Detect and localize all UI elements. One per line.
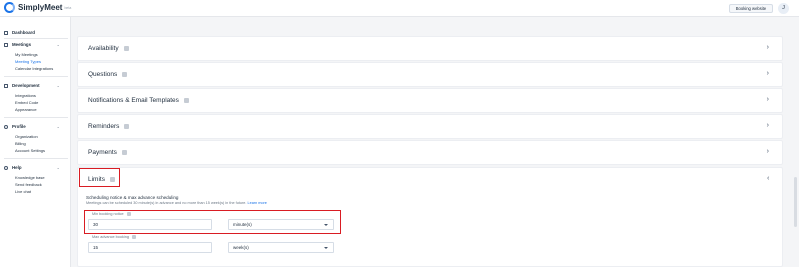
sidebar-item-send-feedback[interactable]: Send feedback bbox=[15, 182, 42, 187]
chevron-right-icon[interactable]: › bbox=[767, 96, 769, 103]
field-label: Max advance booking bbox=[92, 235, 129, 239]
sidebar-item-dashboard[interactable]: Dashboard bbox=[4, 30, 35, 35]
chevron-right-icon[interactable]: › bbox=[767, 70, 769, 77]
sidebar-item-label: Help bbox=[12, 165, 22, 170]
help-icon[interactable] bbox=[122, 72, 128, 77]
card-title: Payments bbox=[88, 149, 117, 156]
section-title: Scheduling notice & max advance scheduli… bbox=[86, 195, 179, 200]
max-advance-booking-input[interactable]: 15 bbox=[88, 242, 212, 253]
code-icon bbox=[4, 83, 8, 88]
help-icon bbox=[4, 165, 8, 170]
sidebar-item-knowledge-base[interactable]: Knowledge base bbox=[15, 175, 45, 180]
sidebar-item-label: Meetings bbox=[12, 42, 32, 47]
sidebar-item-billing[interactable]: Billing bbox=[15, 141, 26, 146]
select-value: minute(s) bbox=[233, 222, 252, 227]
app-sub: beta bbox=[64, 5, 72, 10]
chevron-down-icon[interactable]: › bbox=[56, 168, 61, 169]
help-icon[interactable] bbox=[183, 98, 189, 103]
chevron-down-icon[interactable]: › bbox=[56, 45, 61, 46]
sidebar-item-profile[interactable]: Profile bbox=[4, 124, 26, 129]
help-icon[interactable] bbox=[131, 235, 136, 239]
section-description: Meetings can be scheduled 30 minute(s) i… bbox=[86, 201, 267, 205]
sidebar-item-label: Profile bbox=[12, 124, 26, 129]
card-title: Notifications & Email Templates bbox=[88, 97, 179, 104]
sidebar-divider bbox=[4, 38, 68, 39]
card-title: Availability bbox=[88, 45, 119, 52]
card-title-wrap: Questions bbox=[88, 71, 128, 78]
learn-more-link[interactable]: Learn more bbox=[247, 201, 266, 205]
chevron-right-icon[interactable]: › bbox=[767, 44, 769, 51]
max-advance-booking-label: Max advance booking bbox=[92, 235, 136, 239]
help-icon[interactable] bbox=[121, 150, 127, 155]
chevron-right-icon[interactable]: › bbox=[767, 122, 769, 129]
profile-icon bbox=[4, 124, 8, 129]
booking-website-button[interactable]: Booking website bbox=[729, 4, 773, 13]
top-bar: SimplyMeet beta Booking website J bbox=[0, 0, 799, 17]
card-title-wrap: Payments bbox=[88, 149, 127, 156]
help-icon[interactable] bbox=[123, 46, 129, 51]
chevron-right-icon[interactable]: › bbox=[767, 148, 769, 155]
card-title-wrap: Availability bbox=[88, 45, 129, 52]
min-booking-notice-label: Min booking notice bbox=[92, 212, 131, 216]
max-advance-booking-unit-select[interactable]: week(s) bbox=[228, 242, 334, 253]
card-payments[interactable]: Payments › bbox=[77, 140, 783, 165]
calendar-icon bbox=[4, 42, 8, 47]
sidebar-item-meeting-types[interactable]: Meeting Types bbox=[15, 59, 41, 64]
min-booking-notice-input[interactable]: 30 bbox=[88, 219, 212, 230]
card-title-wrap: Reminders bbox=[88, 123, 130, 130]
chevron-down-icon[interactable]: › bbox=[56, 86, 61, 87]
logo-icon bbox=[4, 2, 15, 13]
card-notifications[interactable]: Notifications & Email Templates › bbox=[77, 88, 783, 113]
sidebar-item-appearance[interactable]: Appearance bbox=[15, 107, 37, 112]
sidebar-item-meetings[interactable]: Meetings bbox=[4, 42, 31, 47]
sidebar-item-development[interactable]: Development bbox=[4, 83, 40, 88]
card-title-wrap: Notifications & Email Templates bbox=[88, 97, 189, 104]
card-questions[interactable]: Questions › bbox=[77, 62, 783, 87]
select-value: week(s) bbox=[233, 245, 249, 250]
sidebar-item-account-settings[interactable]: Account Settings bbox=[15, 148, 45, 153]
sidebar-item-label: Development bbox=[12, 83, 40, 88]
help-icon[interactable] bbox=[124, 124, 130, 129]
card-availability[interactable]: Availability › bbox=[77, 36, 783, 61]
sidebar-item-organization[interactable]: Organization bbox=[15, 134, 38, 139]
card-reminders[interactable]: Reminders › bbox=[77, 114, 783, 139]
field-label: Min booking notice bbox=[92, 212, 124, 216]
sidebar-item-my-meetings[interactable]: My Meetings bbox=[15, 52, 38, 57]
sidebar-divider bbox=[4, 117, 68, 118]
section-desc-text: Meetings can be scheduled 30 minute(s) i… bbox=[86, 201, 247, 205]
min-booking-notice-unit-select[interactable]: minute(s) bbox=[228, 219, 334, 230]
sidebar-divider bbox=[4, 76, 68, 77]
dashboard-icon bbox=[4, 30, 8, 35]
avatar[interactable]: J bbox=[778, 3, 789, 14]
card-title: Reminders bbox=[88, 123, 120, 130]
sidebar-item-embed-code[interactable]: Embed Code bbox=[15, 100, 38, 105]
card-title: Questions bbox=[88, 71, 118, 78]
caret-down-icon bbox=[324, 224, 328, 226]
sidebar-item-label: Dashboard bbox=[12, 30, 35, 35]
app-logo[interactable]: SimplyMeet beta bbox=[4, 2, 71, 13]
caret-down-icon bbox=[324, 247, 328, 249]
chevron-down-icon[interactable]: › bbox=[56, 127, 61, 128]
help-icon[interactable] bbox=[126, 212, 131, 216]
highlight-box-limits-title bbox=[79, 168, 120, 187]
app-name: SimplyMeet bbox=[18, 3, 63, 12]
sidebar-item-live-chat[interactable]: Live chat bbox=[15, 189, 31, 194]
scrollbar[interactable] bbox=[792, 17, 799, 267]
sidebar-divider bbox=[4, 158, 68, 159]
sidebar-item-help[interactable]: Help bbox=[4, 165, 22, 170]
scrollbar-thumb[interactable] bbox=[794, 177, 797, 227]
sidebar-item-calendar-integrations[interactable]: Calendar Integrations bbox=[15, 66, 53, 71]
chevron-left-icon[interactable]: › bbox=[767, 175, 769, 182]
sidebar-item-integrations[interactable]: Integrations bbox=[15, 93, 36, 98]
